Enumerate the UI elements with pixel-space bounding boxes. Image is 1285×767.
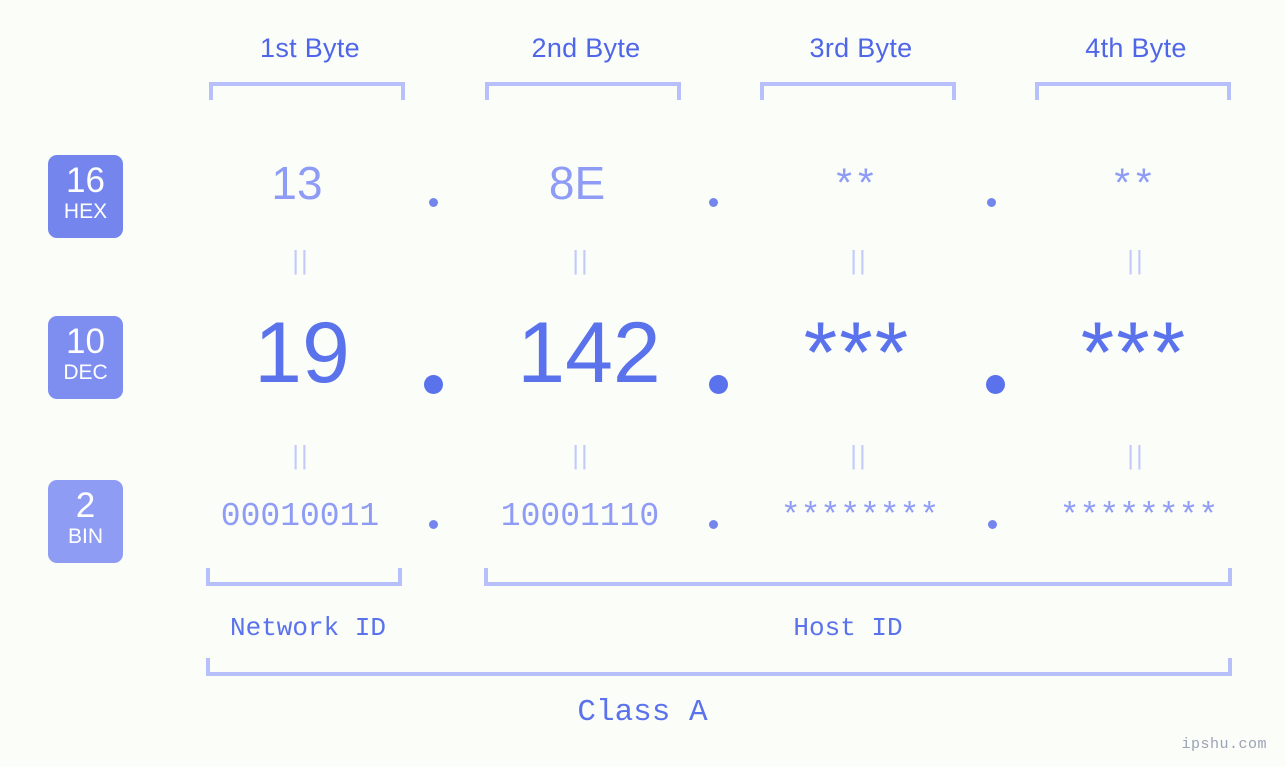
bin-dot-1 (429, 520, 438, 529)
hex-byte-4: ** (1114, 161, 1158, 205)
hex-dot-2 (709, 198, 718, 207)
hex-byte-2: 8E (548, 157, 606, 209)
host-id-bracket (484, 568, 1232, 586)
equals-connector-3: || (850, 245, 868, 275)
bin-byte-1: 00010011 (220, 498, 380, 535)
base-badge-dec-radix: 10 (66, 322, 105, 361)
byte-header-3: 3rd Byte (809, 33, 913, 63)
base-badge-dec: 10 DEC (48, 316, 123, 399)
hex-dot-3 (987, 198, 996, 207)
equals-connector-6: || (572, 440, 590, 470)
equals-connector-1: || (292, 245, 310, 275)
dec-dot-1 (424, 375, 443, 394)
bin-byte-4: ******** (1059, 498, 1219, 535)
class-bracket (206, 658, 1232, 676)
base-badge-bin: 2 BIN (48, 480, 123, 563)
base-badge-hex-radix: 16 (66, 161, 105, 200)
byte-bracket-1 (209, 82, 405, 100)
network-id-bracket (206, 568, 402, 586)
host-id-label: Host ID (793, 613, 903, 643)
site-watermark: ipshu.com (1181, 736, 1267, 753)
dec-byte-1: 19 (254, 305, 350, 401)
byte-header-4: 4th Byte (1085, 33, 1187, 63)
bin-dot-3 (988, 520, 997, 529)
bin-dot-2 (709, 520, 718, 529)
byte-bracket-3 (760, 82, 956, 100)
equals-connector-7: || (850, 440, 868, 470)
dec-dot-2 (709, 375, 728, 394)
equals-connector-8: || (1127, 440, 1145, 470)
equals-connector-2: || (572, 245, 590, 275)
dec-byte-4: *** (1080, 305, 1188, 401)
hex-byte-1: 13 (271, 157, 323, 209)
dec-byte-2: 142 (517, 305, 661, 401)
class-label: Class A (577, 695, 708, 730)
base-badge-bin-radix: 2 (75, 486, 96, 525)
hex-byte-3: ** (836, 161, 880, 205)
base-badge-hex: 16 HEX (48, 155, 123, 238)
bin-byte-3: ******** (780, 498, 940, 535)
byte-header-1: 1st Byte (260, 33, 360, 63)
equals-connector-4: || (1127, 245, 1145, 275)
base-badge-bin-name: BIN (67, 525, 103, 548)
equals-connector-5: || (292, 440, 310, 470)
base-badge-dec-name: DEC (63, 361, 108, 384)
bin-byte-2: 10001110 (500, 498, 660, 535)
dec-dot-3 (986, 375, 1005, 394)
ip-byte-diagram: 1st Byte 2nd Byte 3rd Byte 4th Byte 16 H… (0, 0, 1285, 767)
base-badge-hex-name: HEX (63, 200, 108, 223)
byte-bracket-4 (1035, 82, 1231, 100)
byte-header-2: 2nd Byte (531, 33, 641, 63)
network-id-label: Network ID (229, 613, 387, 643)
hex-dot-1 (429, 198, 438, 207)
dec-byte-3: *** (803, 305, 911, 401)
byte-bracket-2 (485, 82, 681, 100)
